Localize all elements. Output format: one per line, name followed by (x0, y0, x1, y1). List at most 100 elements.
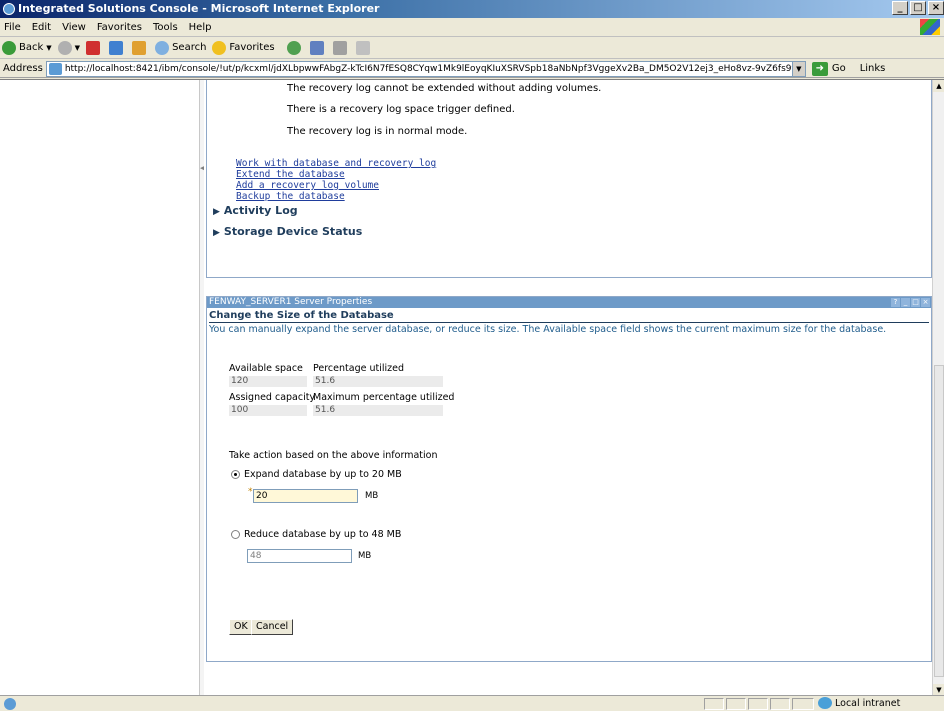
page-content: ◀ The recovery log cannot be extended wi… (0, 79, 944, 696)
cancel-button[interactable]: Cancel (251, 619, 294, 635)
recovery-log-status-2: There is a recovery log space trigger de… (287, 104, 515, 115)
mail-icon[interactable] (309, 40, 324, 55)
recovery-log-status-1: The recovery log cannot be extended with… (287, 83, 602, 94)
database-portlet: The recovery log cannot be extended with… (206, 80, 932, 278)
max-percentage-utilized-value: 51.6 (313, 405, 443, 416)
menu-edit[interactable]: Edit (32, 22, 51, 33)
maximize-icon[interactable]: □ (910, 1, 926, 15)
status-panel (792, 698, 814, 710)
browser-window: Integrated Solutions Console - Microsoft… (0, 0, 944, 711)
favorites-button[interactable]: Favorites (212, 40, 275, 55)
expand-triangle-icon: ▶ (213, 207, 220, 217)
address-url: http://localhost:8421/ibm/console/!ut/p/… (64, 63, 806, 74)
status-bar: Local intranet (0, 695, 944, 711)
star-icon (212, 40, 227, 55)
chevron-down-icon[interactable]: ▼ (75, 44, 80, 52)
close-icon[interactable]: × (921, 298, 930, 307)
recovery-log-status-3: The recovery log is in normal mode. (287, 126, 468, 137)
portlet-title: FENWAY_SERVER1 Server Properties (209, 297, 373, 307)
stop-icon[interactable] (86, 40, 101, 55)
favorites-label: Favorites (229, 42, 275, 53)
edit-icon[interactable] (355, 40, 370, 55)
chevron-down-icon[interactable]: ▼ (46, 44, 51, 52)
backup-database-link[interactable]: Backup the database (236, 191, 345, 202)
activity-log-section[interactable]: ▶ Activity Log (213, 204, 298, 217)
reduce-size-input[interactable]: 48 (247, 549, 352, 563)
available-space-label: Available space (229, 363, 303, 374)
main-pane: The recovery log cannot be extended with… (204, 80, 932, 696)
portlet-title-bar: FENWAY_SERVER1 Server Properties ? _ □ × (207, 297, 931, 308)
go-button[interactable]: ➜ Go (811, 61, 846, 76)
expand-radio-label: Expand database by up to 20 MB (244, 469, 402, 480)
status-panel (748, 698, 768, 710)
links-button[interactable]: Links (860, 63, 886, 74)
address-bar: Address http://localhost:8421/ibm/consol… (0, 60, 944, 78)
navigation-pane (0, 80, 200, 696)
back-button[interactable]: Back ▼ (2, 40, 52, 55)
menu-bar: File Edit View Favorites Tools Help (0, 18, 944, 37)
divider (209, 322, 929, 323)
status-panel (704, 698, 724, 710)
go-label: Go (831, 63, 846, 74)
go-arrow-icon: ➜ (811, 61, 828, 76)
maximize-icon[interactable]: □ (911, 298, 920, 307)
menu-file[interactable]: File (4, 22, 21, 33)
scroll-thumb[interactable] (934, 365, 944, 677)
page-title: Change the Size of the Database (209, 310, 394, 321)
menu-favorites[interactable]: Favorites (97, 22, 142, 33)
add-recovery-log-volume-link[interactable]: Add a recovery log volume (236, 180, 379, 191)
menu-view[interactable]: View (62, 22, 86, 33)
ok-button[interactable]: OK (229, 619, 253, 635)
expand-radio-option[interactable]: Expand database by up to 20 MB (231, 469, 402, 480)
search-icon (155, 40, 170, 55)
storage-device-status-label: Storage Device Status (223, 225, 363, 238)
extend-database-link[interactable]: Extend the database (236, 169, 345, 180)
expand-radio[interactable] (231, 470, 240, 479)
search-button[interactable]: Search (155, 40, 206, 55)
max-percentage-utilized-label: Maximum percentage utilized (313, 392, 455, 403)
server-properties-portlet: FENWAY_SERVER1 Server Properties ? _ □ ×… (206, 296, 932, 662)
print-icon[interactable] (332, 40, 347, 55)
title-bar: Integrated Solutions Console - Microsoft… (0, 0, 944, 18)
back-arrow-icon (2, 40, 16, 55)
forward-button[interactable]: ▼ (57, 40, 80, 55)
action-instructions: Take action based on the above informati… (229, 450, 438, 461)
page-status-icon (4, 698, 16, 710)
required-marker: * (248, 487, 253, 497)
status-panel (770, 698, 790, 710)
forward-arrow-icon (57, 40, 72, 55)
chevron-down-icon[interactable]: ▼ (791, 61, 805, 76)
home-icon[interactable] (132, 40, 147, 55)
percentage-utilized-label: Percentage utilized (313, 363, 404, 374)
percentage-utilized-value: 51.6 (313, 376, 443, 387)
expand-triangle-icon: ▶ (213, 228, 220, 238)
address-input[interactable]: http://localhost:8421/ibm/console/!ut/p/… (45, 60, 806, 77)
vertical-scrollbar[interactable]: ▲ ▼ (932, 80, 944, 696)
storage-device-status-section[interactable]: ▶ Storage Device Status (213, 225, 362, 238)
refresh-icon[interactable] (109, 40, 124, 55)
reduce-radio[interactable] (231, 530, 240, 539)
close-icon[interactable]: × (928, 1, 944, 15)
expand-unit-label: MB (365, 491, 379, 501)
local-intranet-icon (818, 697, 832, 709)
ie-logo-icon (3, 3, 15, 15)
menu-tools[interactable]: Tools (153, 22, 178, 33)
assigned-capacity-value: 100 (229, 405, 307, 416)
address-label: Address (3, 63, 43, 74)
menu-help[interactable]: Help (189, 22, 212, 33)
history-icon[interactable] (286, 40, 301, 55)
security-zone: Local intranet (818, 697, 900, 709)
window-title: Integrated Solutions Console - Microsoft… (18, 2, 380, 15)
reduce-unit-label: MB (358, 551, 372, 561)
help-icon[interactable]: ? (891, 298, 900, 307)
page-description: You can manually expand the server datab… (209, 324, 887, 335)
available-space-value: 120 (229, 376, 307, 387)
back-label: Back (19, 42, 44, 53)
work-with-database-link[interactable]: Work with database and recovery log (236, 158, 436, 169)
reduce-radio-option[interactable]: Reduce database by up to 48 MB (231, 529, 401, 540)
minimize-icon[interactable]: _ (892, 1, 908, 15)
windows-flag-icon (920, 19, 940, 35)
expand-size-input[interactable]: 20 (253, 489, 358, 503)
scroll-up-icon[interactable]: ▲ (933, 80, 944, 92)
minimize-icon[interactable]: _ (901, 298, 910, 307)
